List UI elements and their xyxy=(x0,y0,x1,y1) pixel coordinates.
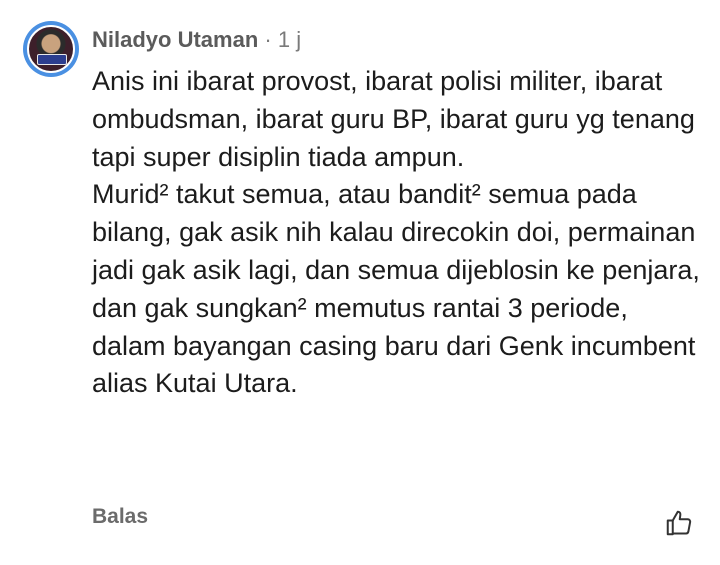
like-button[interactable] xyxy=(664,508,694,538)
meta-separator: · xyxy=(264,27,272,52)
comment-header: Niladyo Utaman · 1 j xyxy=(92,26,301,54)
comment-paragraph: Anis ini ibarat provost, ibarat polisi m… xyxy=(92,66,695,172)
comment-paragraph: Murid² takut semua, atau bandit² semua p… xyxy=(92,179,700,399)
reply-button[interactable]: Balas xyxy=(92,505,148,529)
avatar-badge xyxy=(37,54,67,65)
thumbs-up-icon xyxy=(666,510,692,536)
comment-body: Anis ini ibarat provost, ibarat polisi m… xyxy=(92,63,707,403)
avatar[interactable] xyxy=(23,21,79,77)
avatar-image xyxy=(27,25,75,73)
author-name[interactable]: Niladyo Utaman xyxy=(92,27,258,52)
comment-time[interactable]: 1 j xyxy=(278,27,301,52)
comment: Niladyo Utaman · 1 j Anis ini ibarat pro… xyxy=(0,0,720,565)
